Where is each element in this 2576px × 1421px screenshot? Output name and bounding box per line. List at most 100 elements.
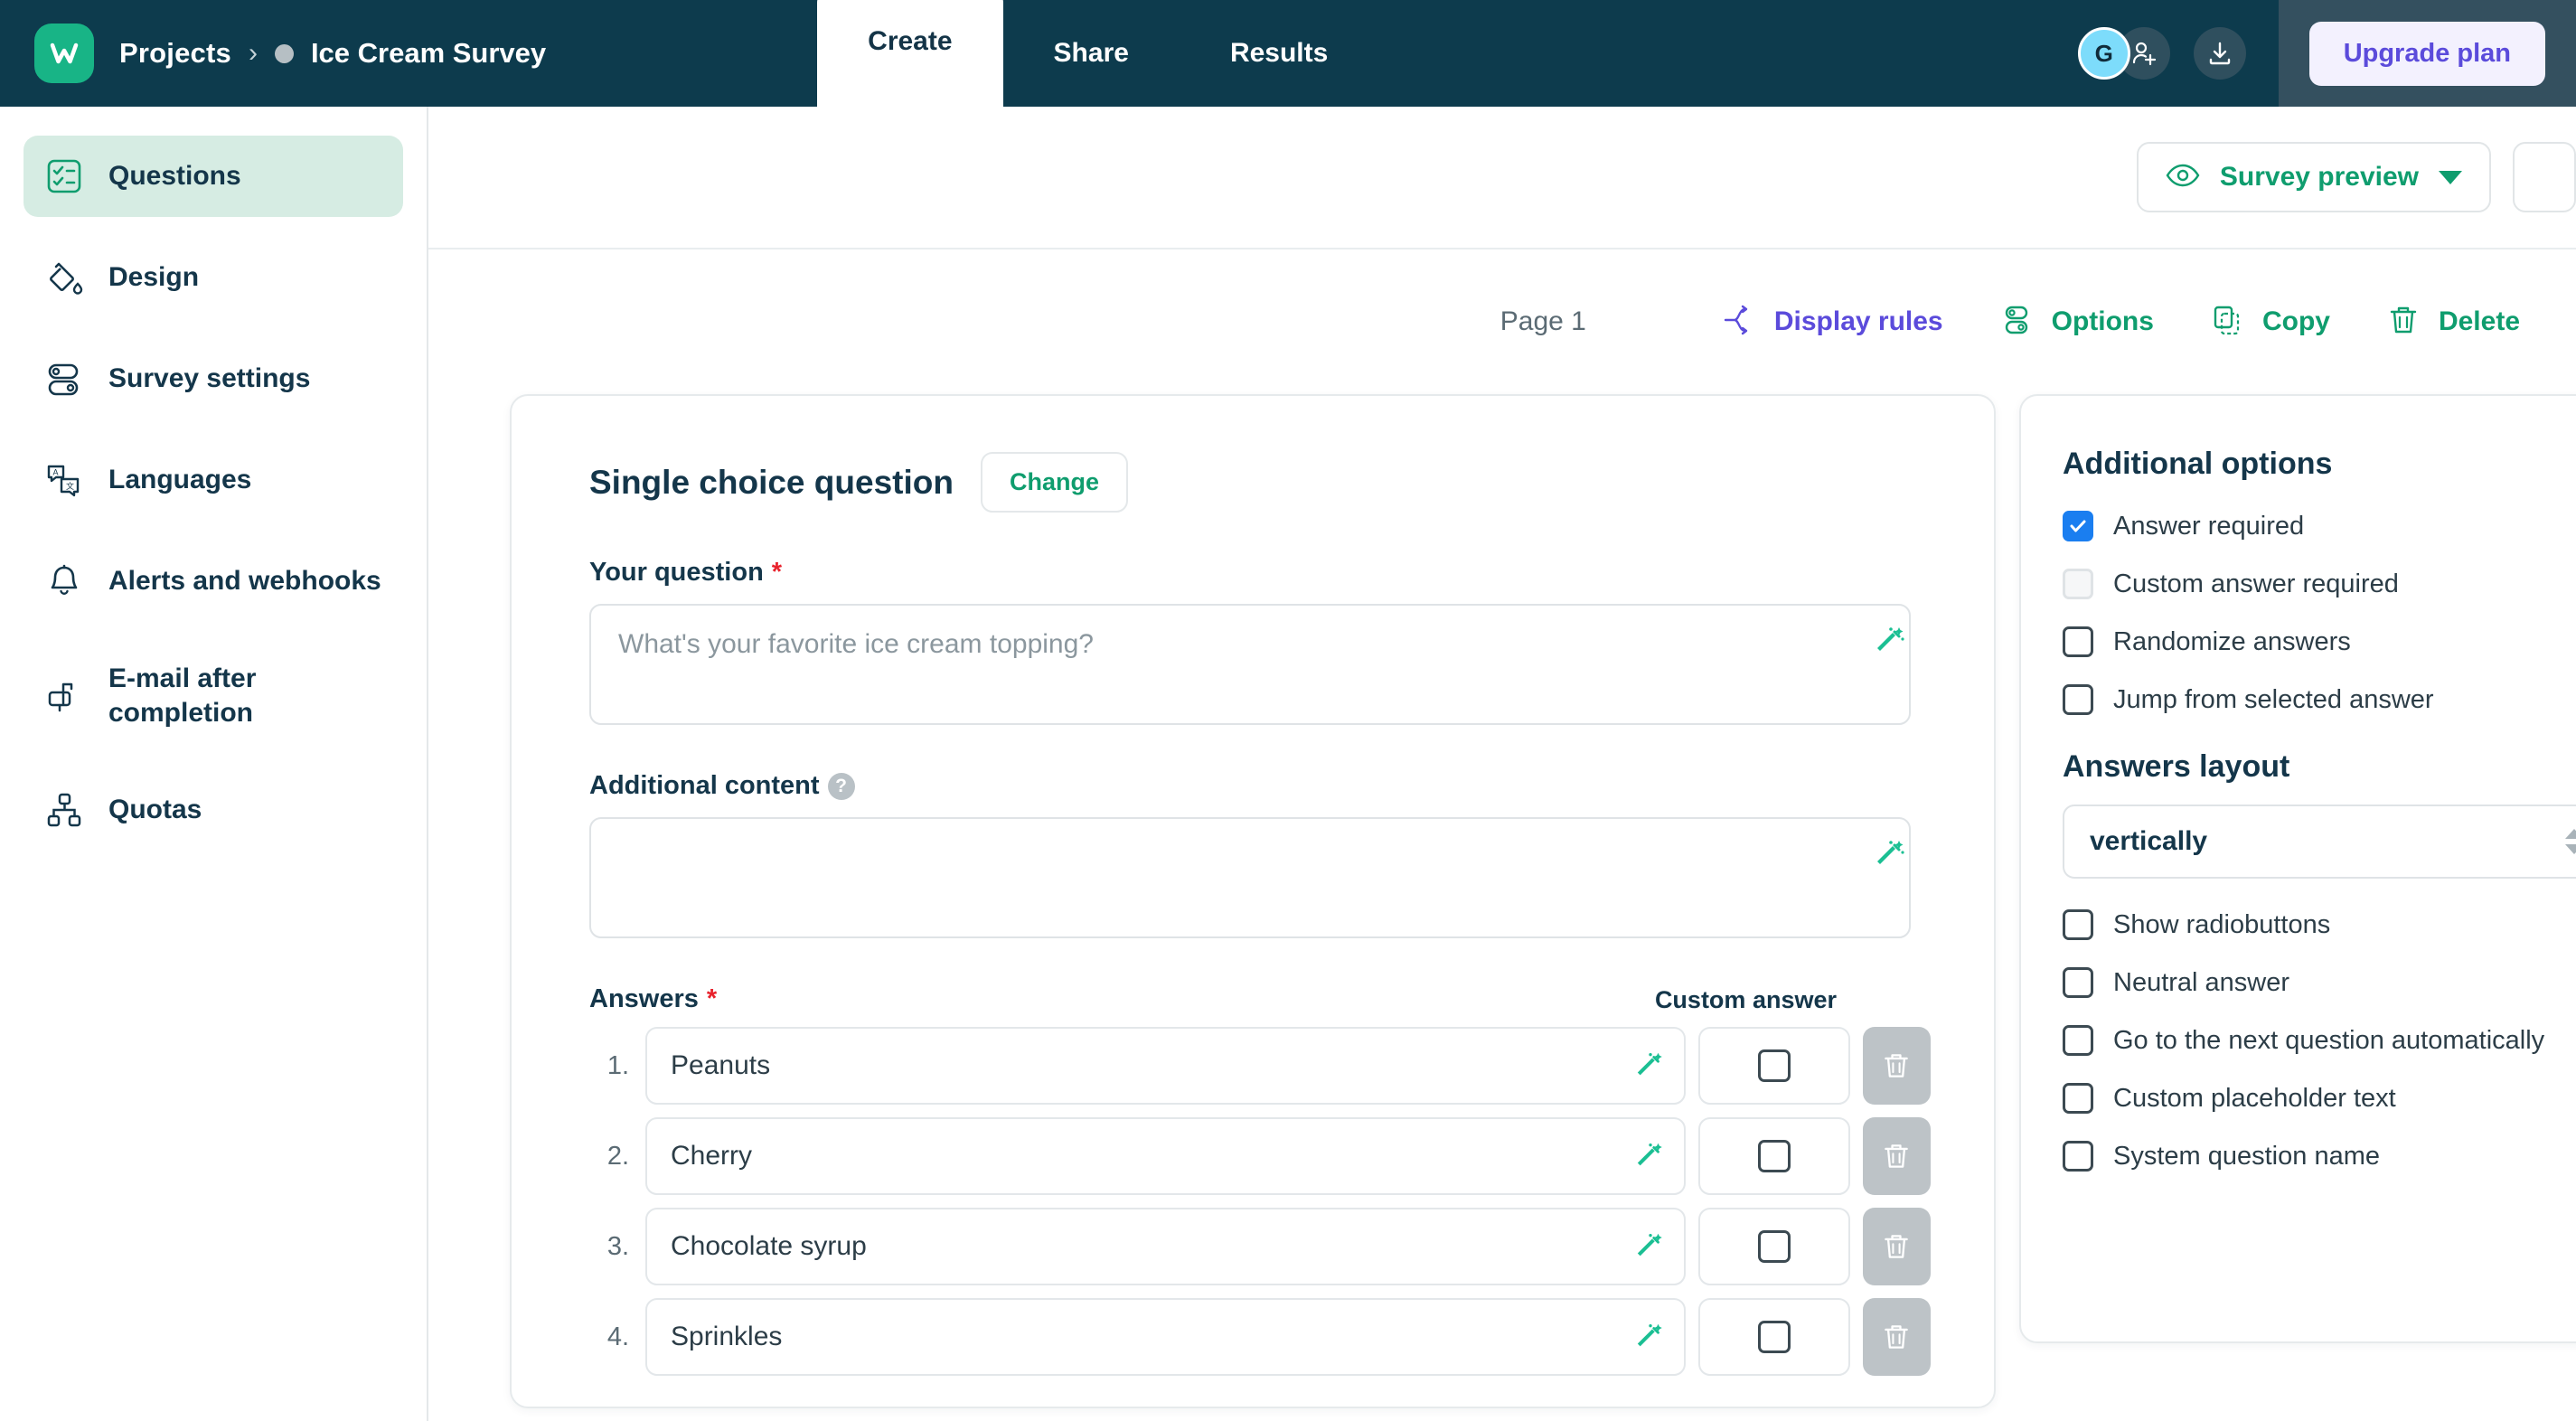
avatar[interactable]: G xyxy=(2077,27,2130,80)
checkbox[interactable] xyxy=(2063,511,2093,541)
download-icon[interactable] xyxy=(2193,27,2246,80)
custom-answer-checkbox[interactable] xyxy=(1757,1049,1791,1082)
change-question-type-button[interactable]: Change xyxy=(980,452,1128,513)
header-right-actions: G Upgrade plan xyxy=(2077,0,2576,107)
option-system-question-name[interactable]: System question name xyxy=(2063,1141,2576,1172)
avatar-group: G xyxy=(2077,27,2170,80)
options-label: Options xyxy=(2051,306,2154,336)
spinner-arrows-icon[interactable] xyxy=(2565,829,2576,854)
option-custom-placeholder-text[interactable]: Custom placeholder text xyxy=(2063,1083,2576,1114)
hierarchy-icon xyxy=(43,789,85,831)
table-row: 3. xyxy=(589,1208,1931,1285)
sidebar-item-survey-settings[interactable]: Survey settings xyxy=(24,338,403,419)
options-button[interactable]: Options xyxy=(1999,303,2154,342)
checkbox[interactable] xyxy=(2063,967,2093,998)
magic-wand-icon[interactable] xyxy=(1635,1321,1666,1356)
option-label: Answer required xyxy=(2113,511,2305,541)
checkbox[interactable] xyxy=(2063,909,2093,940)
delete-answer-button[interactable] xyxy=(1862,1208,1931,1285)
delete-answer-button[interactable] xyxy=(1862,1298,1931,1376)
option-randomize-answers[interactable]: Randomize answers xyxy=(2063,626,2576,657)
trash-icon xyxy=(2386,303,2421,342)
checkbox[interactable] xyxy=(2063,1141,2093,1172)
custom-answer-checkbox[interactable] xyxy=(1757,1321,1791,1353)
custom-answer-cell[interactable] xyxy=(1698,1117,1850,1195)
answer-input[interactable] xyxy=(645,1117,1687,1195)
answer-number: 4. xyxy=(606,1322,629,1351)
table-row: 2. xyxy=(589,1117,1931,1195)
display-rules-button[interactable]: Display rules xyxy=(1722,303,1943,342)
answers-layout-value: vertically xyxy=(2090,826,2208,856)
magic-wand-icon[interactable] xyxy=(1635,1230,1666,1266)
question-card-header: Single choice question Change xyxy=(589,452,1931,513)
magic-wand-icon[interactable] xyxy=(1635,1049,1666,1085)
left-sidebar: Questions Design Survey settings A文 Lang… xyxy=(0,107,428,1421)
option-show-radiobuttons[interactable]: Show radiobuttons xyxy=(2063,909,2576,940)
breadcrumb-projects-link[interactable]: Projects xyxy=(119,37,231,70)
answer-number: 2. xyxy=(606,1141,629,1171)
checkbox[interactable] xyxy=(2063,684,2093,715)
sidebar-item-label: Languages xyxy=(108,465,252,495)
delete-button[interactable]: Delete xyxy=(2386,303,2520,342)
sidebar-item-design[interactable]: Design xyxy=(24,237,403,318)
upgrade-zone: Upgrade plan xyxy=(2278,0,2576,107)
option-label: Neutral answer xyxy=(2113,967,2290,997)
delete-answer-button[interactable] xyxy=(1862,1117,1931,1195)
chevron-down-icon[interactable] xyxy=(2439,170,2462,184)
answer-input[interactable] xyxy=(645,1027,1687,1105)
option-custom-answer-required[interactable]: Custom answer required xyxy=(2063,569,2576,599)
answer-input-wrapper xyxy=(645,1027,1687,1105)
custom-answer-checkbox[interactable] xyxy=(1757,1230,1791,1263)
toggles-icon xyxy=(43,358,85,400)
copy-button[interactable]: Copy xyxy=(2210,303,2330,342)
answer-input[interactable] xyxy=(645,1298,1687,1376)
delete-answer-button[interactable] xyxy=(1862,1027,1931,1105)
custom-answer-cell[interactable] xyxy=(1698,1027,1850,1105)
custom-answer-cell[interactable] xyxy=(1698,1298,1850,1376)
custom-answer-cell[interactable] xyxy=(1698,1208,1850,1285)
survey-preview-label: Survey preview xyxy=(2219,162,2419,192)
your-question-label-text: Your question xyxy=(589,558,764,587)
answer-input-wrapper xyxy=(645,1117,1687,1195)
sidebar-item-questions[interactable]: Questions xyxy=(24,136,403,217)
tab-share[interactable]: Share xyxy=(1003,0,1180,107)
page-toolbar: Page 1 Display rules Options Copy Delete xyxy=(428,249,2576,394)
help-icon[interactable]: ? xyxy=(827,772,855,800)
checkbox[interactable] xyxy=(2063,1025,2093,1056)
additional-content-input[interactable] xyxy=(589,817,1911,938)
option-go-to-next-question-automatically[interactable]: Go to the next question automatically xyxy=(2063,1025,2576,1056)
magic-wand-icon[interactable] xyxy=(1635,1140,1666,1175)
additional-content-label-text: Additional content xyxy=(589,771,820,800)
custom-answer-checkbox[interactable] xyxy=(1757,1140,1791,1172)
answers-label: Answers * xyxy=(589,984,717,1014)
answer-input[interactable] xyxy=(645,1208,1687,1285)
question-input[interactable] xyxy=(589,604,1911,725)
toolbar-overflow-button[interactable] xyxy=(2513,142,2576,212)
magic-wand-icon[interactable] xyxy=(1875,837,1907,874)
checkbox[interactable] xyxy=(2063,626,2093,657)
tab-create[interactable]: Create xyxy=(817,0,1003,107)
option-answer-required[interactable]: Answer required xyxy=(2063,511,2576,541)
option-jump-from-selected-answer[interactable]: Jump from selected answer xyxy=(2063,684,2576,715)
required-asterisk: * xyxy=(771,558,783,587)
magic-wand-icon[interactable] xyxy=(1875,624,1907,661)
app-logo-icon[interactable] xyxy=(34,24,94,83)
checklist-icon xyxy=(43,155,85,197)
sidebar-item-quotas[interactable]: Quotas xyxy=(24,769,403,851)
sidebar-item-languages[interactable]: A文 Languages xyxy=(24,439,403,521)
delete-label: Delete xyxy=(2438,306,2520,336)
answer-number: 1. xyxy=(606,1050,629,1080)
survey-preview-button[interactable]: Survey preview xyxy=(2136,142,2491,212)
checkbox[interactable] xyxy=(2063,1083,2093,1114)
sidebar-item-alerts-and-webhooks[interactable]: Alerts and webhooks xyxy=(24,541,403,622)
option-neutral-answer[interactable]: Neutral answer xyxy=(2063,967,2576,998)
brand-zone: Projects › Ice Cream Survey xyxy=(0,0,546,107)
upgrade-plan-button[interactable]: Upgrade plan xyxy=(2308,21,2545,86)
main-tabs: Create Share Results xyxy=(817,0,1378,107)
tab-results[interactable]: Results xyxy=(1180,0,1378,107)
checkbox[interactable] xyxy=(2063,569,2093,599)
sidebar-item-email-after-completion[interactable]: E-mail after completion xyxy=(24,642,403,749)
answers-layout-select[interactable]: vertically xyxy=(2063,805,2576,879)
bell-icon xyxy=(43,560,85,602)
your-question-label: Your question * xyxy=(589,558,1931,588)
